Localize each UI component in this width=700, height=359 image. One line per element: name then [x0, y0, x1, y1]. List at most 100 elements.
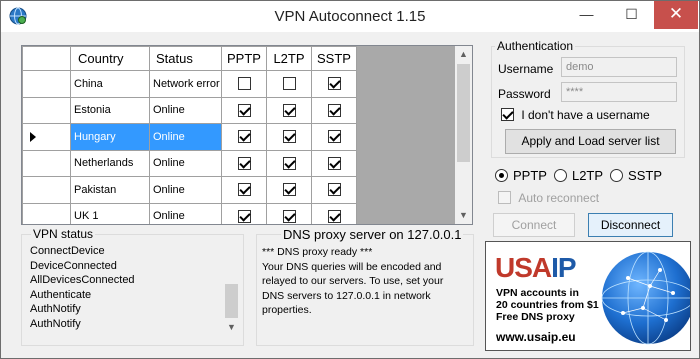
cell-sstp[interactable]	[311, 70, 357, 98]
auto-reconnect-row[interactable]: Auto reconnect	[498, 190, 599, 205]
pptp-checkbox[interactable]	[237, 156, 251, 170]
radio-label: SSTP	[628, 168, 663, 184]
l2tp-checkbox[interactable]	[282, 103, 296, 117]
vpn-status-scroll-down-arrow[interactable]: ▼	[223, 322, 240, 332]
table-row[interactable]: UK 1 Online	[22, 202, 357, 224]
column-header-pptp[interactable]: PPTP	[221, 46, 267, 71]
cell-status[interactable]: Online	[149, 96, 222, 124]
dns-proxy-message: *** DNS proxy ready *** Your DNS queries …	[262, 245, 470, 318]
l2tp-checkbox[interactable]	[282, 77, 296, 91]
row-header[interactable]	[22, 96, 71, 124]
cell-sstp[interactable]	[311, 202, 357, 224]
column-header-l2tp[interactable]: L2TP	[266, 46, 312, 71]
log-line: Authenticate	[30, 288, 92, 301]
cell-country[interactable]: Estonia	[70, 96, 150, 124]
scroll-down-arrow[interactable]: ▼	[455, 207, 472, 224]
cell-l2tp[interactable]	[266, 176, 312, 204]
cell-l2tp[interactable]	[266, 70, 312, 98]
cell-l2tp[interactable]	[266, 123, 312, 151]
pptp-checkbox[interactable]	[237, 130, 251, 144]
scroll-up-arrow[interactable]: ▲	[455, 46, 472, 63]
cell-sstp[interactable]	[311, 176, 357, 204]
radio-sstp[interactable]	[610, 169, 624, 183]
row-header[interactable]	[22, 176, 71, 204]
cell-status[interactable]: Online	[149, 176, 222, 204]
sstp-checkbox[interactable]	[327, 156, 341, 170]
password-label: Password	[498, 87, 551, 101]
radio-l2tp[interactable]	[553, 169, 567, 183]
cell-status[interactable]: Online	[149, 123, 222, 151]
minimize-button[interactable]: —	[564, 1, 609, 29]
column-header-country[interactable]: Country	[70, 46, 150, 71]
l2tp-checkbox[interactable]	[282, 130, 296, 144]
cell-pptp[interactable]	[221, 70, 267, 98]
cell-pptp[interactable]	[221, 176, 267, 204]
close-button[interactable]: ✕	[654, 1, 698, 29]
row-header[interactable]	[22, 123, 71, 151]
cell-pptp[interactable]	[221, 123, 267, 151]
l2tp-checkbox[interactable]	[282, 183, 296, 197]
l2tp-checkbox[interactable]	[282, 156, 296, 170]
cell-status[interactable]: Online	[149, 202, 222, 224]
column-header-sstp[interactable]: SSTP	[311, 46, 357, 71]
cell-l2tp[interactable]	[266, 149, 312, 177]
radio-pptp[interactable]	[495, 169, 508, 183]
row-header[interactable]	[22, 70, 71, 98]
server-grid[interactable]: Country Status PPTP L2TP SSTP China Netwo…	[21, 45, 473, 225]
vpn-status-scroll-thumb[interactable]	[225, 284, 238, 318]
table-row[interactable]: Netherlands Online	[22, 149, 357, 177]
sstp-checkbox[interactable]	[327, 183, 341, 197]
table-row[interactable]: Hungary Online	[22, 123, 357, 151]
pptp-checkbox[interactable]	[237, 183, 251, 197]
cell-country[interactable]: Netherlands	[70, 149, 150, 177]
scroll-thumb[interactable]	[457, 64, 470, 162]
username-input[interactable]	[561, 57, 677, 77]
table-row[interactable]: China Network error	[22, 70, 357, 98]
pptp-checkbox[interactable]	[237, 209, 251, 223]
grid-scrollbar[interactable]: ▲ ▼	[455, 46, 472, 224]
row-header[interactable]	[22, 202, 71, 224]
cell-sstp[interactable]	[311, 96, 357, 124]
pptp-checkbox[interactable]	[237, 103, 251, 117]
cell-country[interactable]: Pakistan	[70, 176, 150, 204]
no-username-checkbox[interactable]	[501, 108, 514, 122]
cell-pptp[interactable]	[221, 149, 267, 177]
disconnect-button[interactable]: Disconnect	[588, 213, 673, 237]
protocol-option-sstp[interactable]: SSTP	[610, 167, 663, 184]
maximize-button[interactable]: ☐	[609, 1, 654, 29]
protocol-option-pptp[interactable]: PPTP	[495, 167, 547, 184]
cell-country[interactable]: Hungary	[70, 123, 150, 151]
radio-label: PPTP	[513, 168, 547, 184]
sstp-checkbox[interactable]	[327, 209, 341, 223]
column-header-status[interactable]: Status	[149, 46, 222, 71]
table-header-row: Country Status PPTP L2TP SSTP	[22, 46, 357, 71]
cell-pptp[interactable]	[221, 202, 267, 224]
table-row[interactable]: Pakistan Online	[22, 176, 357, 204]
l2tp-checkbox[interactable]	[282, 209, 296, 223]
log-line: AuthNotify	[30, 317, 81, 330]
cell-status[interactable]: Network error	[149, 70, 222, 98]
sstp-checkbox[interactable]	[327, 77, 341, 91]
no-username-checkbox-row[interactable]: I don't have a username	[501, 107, 650, 122]
usaip-advertisement[interactable]: USAIP VPN accounts in 20 countries from …	[485, 241, 691, 351]
cell-pptp[interactable]	[221, 96, 267, 124]
cell-l2tp[interactable]	[266, 96, 312, 124]
apply-load-server-list-button[interactable]: Apply and Load server list	[505, 129, 676, 154]
connect-button[interactable]: Connect	[493, 213, 575, 237]
protocol-option-l2tp[interactable]: L2TP	[553, 167, 603, 183]
cell-sstp[interactable]	[311, 149, 357, 177]
app-window: VPN Autoconnect 1.15 — ☐ ✕ Country Statu…	[0, 0, 700, 359]
cell-country[interactable]: UK 1	[70, 202, 150, 224]
cell-country[interactable]: China	[70, 70, 150, 98]
cell-status[interactable]: Online	[149, 149, 222, 177]
pptp-checkbox[interactable]	[237, 77, 251, 91]
row-header[interactable]	[22, 149, 71, 177]
cell-l2tp[interactable]	[266, 202, 312, 224]
password-input[interactable]	[561, 82, 677, 102]
cell-sstp[interactable]	[311, 123, 357, 151]
auto-reconnect-checkbox[interactable]	[498, 191, 511, 205]
sstp-checkbox[interactable]	[327, 130, 341, 144]
vpn-status-scrollbar[interactable]: ▼	[223, 244, 240, 339]
sstp-checkbox[interactable]	[327, 103, 341, 117]
table-row[interactable]: Estonia Online	[22, 96, 357, 124]
